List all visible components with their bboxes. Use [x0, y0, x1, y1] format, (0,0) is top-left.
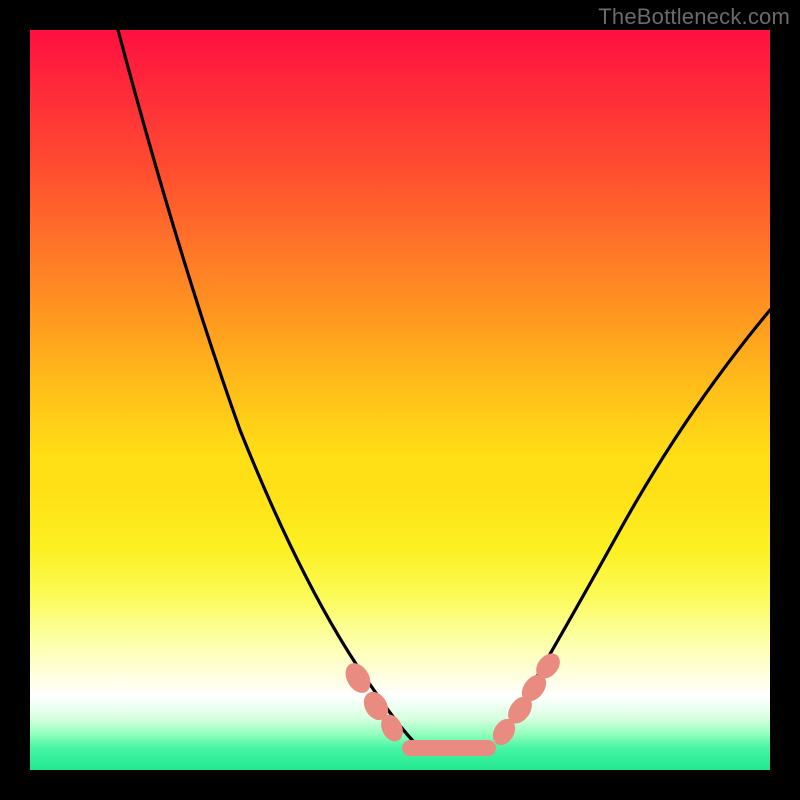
- chart-frame: TheBottleneck.com: [0, 0, 800, 800]
- attribution-text: TheBottleneck.com: [598, 4, 790, 30]
- plot-area: [30, 30, 770, 770]
- marker: [340, 659, 375, 698]
- marker-track: [402, 740, 496, 756]
- valley-markers: [30, 30, 770, 770]
